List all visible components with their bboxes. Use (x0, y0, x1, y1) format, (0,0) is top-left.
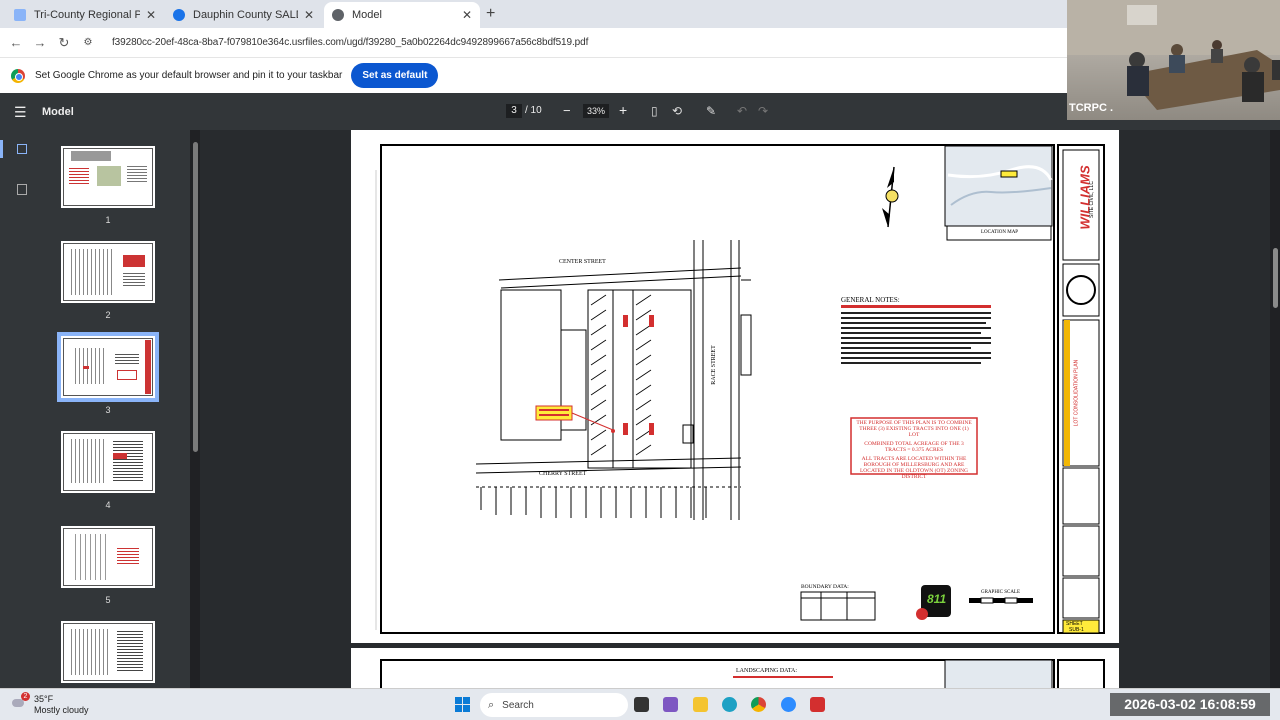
edge-icon[interactable] (722, 697, 737, 712)
chrome-logo-icon (11, 68, 25, 83)
boundary-data-heading: BOUNDARY DATA: (801, 584, 849, 590)
zoom-icon[interactable] (781, 697, 796, 712)
site-plan-drawing (375, 144, 1105, 634)
tracts-text: ALL TRACTS ARE LOCATED WITHIN THE BOROUG… (859, 456, 969, 480)
thumbnail-sidebar: 1 2 3 4 5 (42, 130, 200, 700)
url-field[interactable]: f39280cc-20ef-48ca-8ba7-f079810e364c.usr… (112, 37, 588, 48)
thumbnail-image (61, 621, 155, 683)
active-indicator (0, 140, 3, 158)
tab-label: Model (352, 9, 382, 21)
thumbnail-image (61, 146, 155, 208)
copilot-icon[interactable] (663, 697, 678, 712)
tab-label: Tri-County Regional Planning C (34, 9, 140, 21)
plan-type-label: LOT CONSOLIDATION PLAN (1073, 359, 1080, 427)
redo-icon[interactable]: ↷ (758, 104, 768, 118)
pdf-viewer[interactable]: CENTER STREET CHERRY STREET RACE STREET … (200, 130, 1270, 688)
page-number-input[interactable]: 3 (506, 104, 522, 118)
menu-icon[interactable]: ☰ (14, 104, 27, 121)
thumbnail-number: 5 (105, 595, 111, 605)
thumbnail-page-5[interactable]: 5 (57, 526, 159, 605)
file-explorer-icon[interactable] (693, 697, 708, 712)
tab-label: Dauphin County SALDO 2026 (193, 9, 298, 21)
thumbnail-number: 2 (105, 310, 111, 320)
cherry-street-label: CHERRY STREET (539, 471, 587, 477)
tab-tri-county[interactable]: Tri-County Regional Planning C ✕ (6, 2, 164, 28)
tab-dauphin[interactable]: Dauphin County SALDO 2026 ✕ (165, 2, 322, 28)
fit-page-icon[interactable]: ▯ (651, 104, 658, 118)
viewer-scrollbar-thumb[interactable] (1273, 248, 1278, 308)
purpose-text: THE PURPOSE OF THIS PLAN IS TO COMBINE T… (856, 420, 972, 438)
thumbnail-number: 3 (105, 405, 111, 415)
zoom-in-button[interactable]: + (619, 102, 627, 118)
set-default-button[interactable]: Set as default (351, 63, 439, 88)
timestamp-overlay: 2026-03-02 16:08:59 (1110, 693, 1270, 716)
chrome-icon[interactable] (751, 697, 766, 712)
thumbnail-page-3[interactable]: 3 (57, 332, 159, 415)
sheet-number: SUB-1 (1069, 627, 1084, 633)
thumbnail-image (61, 241, 155, 303)
sidebar-scrollbar-thumb[interactable] (193, 142, 198, 452)
firm-subtitle: SITE CIVIL, LLC (1089, 181, 1095, 218)
document-title: Model (42, 106, 74, 118)
thumbnail-page-2[interactable]: 2 (57, 241, 159, 320)
acrobat-icon[interactable] (810, 697, 825, 712)
globe-icon (332, 9, 344, 21)
purpose-note: THE PURPOSE OF THIS PLAN IS TO COMBINE T… (854, 420, 974, 480)
search-icon: ⌕ (488, 698, 495, 711)
windows-start-icon[interactable] (455, 697, 470, 712)
doc-icon (14, 9, 26, 21)
thumbnail-page-1[interactable]: 1 (57, 146, 159, 225)
center-street-label: CENTER STREET (559, 259, 606, 265)
thumbnail-image (61, 431, 155, 493)
annotate-icon[interactable]: ✎ (706, 104, 716, 118)
thumbnail-image (61, 526, 155, 588)
webcam-label: TCRPC . (1069, 102, 1113, 114)
close-icon[interactable]: ✕ (462, 8, 472, 22)
taskbar: 2 35°F Mostly cloudy ⌕ Search (0, 688, 1280, 720)
infobar-text: Set Google Chrome as your default browse… (35, 70, 343, 81)
task-view-icon[interactable] (634, 697, 649, 712)
thumbnail-number: 4 (105, 500, 111, 510)
pdf-page: CENTER STREET CHERRY STREET RACE STREET … (351, 130, 1119, 643)
thumbnail-page-4[interactable]: 4 (57, 431, 159, 510)
notification-badge: 2 (21, 692, 30, 701)
weather-widget[interactable]: 2 35°F Mostly cloudy (12, 692, 89, 716)
back-button[interactable]: ← (6, 35, 26, 50)
landscaping-heading: LANDSCAPING DATA: (736, 668, 798, 674)
reload-button[interactable]: ↻ (54, 35, 74, 51)
globe-icon (173, 9, 185, 21)
zoom-input[interactable]: 33% (583, 104, 609, 118)
site-info-icon[interactable]: ⚙ (78, 37, 98, 48)
taskbar-search[interactable]: ⌕ Search (480, 693, 628, 717)
forward-button[interactable]: → (30, 35, 50, 50)
sidebar-rail (0, 130, 42, 688)
next-page-drawing (380, 659, 1105, 688)
close-icon[interactable]: ✕ (304, 8, 314, 22)
race-street-label: RACE STREET (710, 345, 717, 385)
outline-icon[interactable] (17, 184, 27, 195)
thumbnail-image (57, 332, 159, 402)
page-total: / 10 (525, 105, 542, 116)
zoom-out-button[interactable]: − (563, 103, 571, 118)
viewer-scrollbar[interactable] (1270, 130, 1280, 688)
weather-condition: Mostly cloudy (34, 705, 89, 715)
location-map-label: LOCATION MAP (981, 230, 1019, 235)
temperature: 35°F (34, 694, 54, 704)
rotate-icon[interactable]: ⟲ (672, 104, 682, 118)
dig-811-logo: 811 (927, 592, 947, 606)
thumbnail-number: 1 (105, 215, 111, 225)
close-icon[interactable]: ✕ (146, 8, 156, 22)
graphic-scale-label: GRAPHIC SCALE (981, 590, 1021, 595)
new-tab-button[interactable]: + (486, 5, 495, 23)
acreage-text: COMBINED TOTAL ACREAGE OF THE 3 TRACTS =… (864, 441, 964, 453)
general-notes-heading: GENERAL NOTES: (841, 296, 900, 304)
search-placeholder: Search (502, 699, 534, 711)
thumbnails-icon[interactable] (17, 144, 27, 154)
undo-icon[interactable]: ↶ (737, 104, 747, 118)
tab-model[interactable]: Model ✕ (324, 2, 480, 28)
pdf-page-next: LANDSCAPING DATA: (351, 648, 1119, 688)
